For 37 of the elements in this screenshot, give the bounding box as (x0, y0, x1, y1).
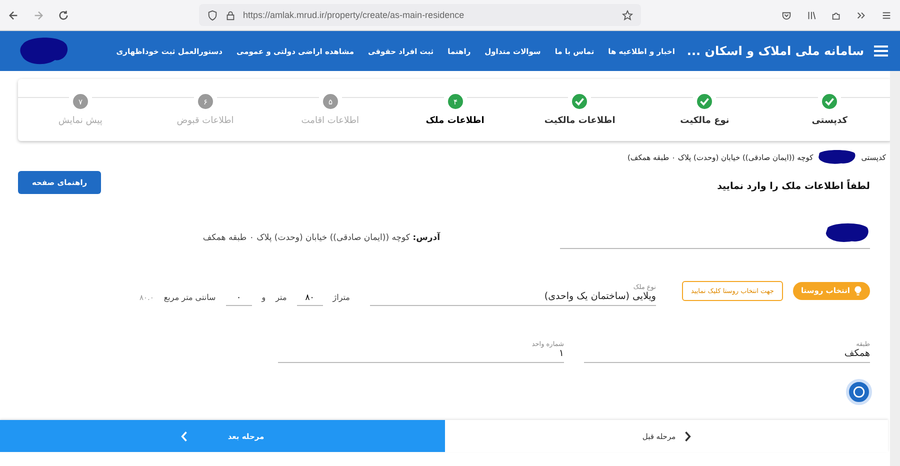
input-field[interactable]: ۰ (226, 286, 252, 306)
step-label[interactable]: اطلاعات مالکیت (544, 116, 616, 126)
chevron-icon (684, 430, 691, 442)
step-label[interactable]: نوع مالکیت (680, 116, 730, 126)
field-caption: متر (276, 293, 287, 304)
reload-icon[interactable] (58, 10, 69, 20)
step-label[interactable]: اطلاعات ملک (426, 116, 484, 126)
step-label[interactable]: کدپستی (812, 116, 848, 126)
ring-icon (852, 385, 866, 399)
support-button[interactable] (846, 379, 872, 405)
step-number: ۴ (448, 94, 462, 109)
scrollbar[interactable] (890, 71, 900, 466)
address-bar[interactable]: https://amlak.mrud.ir/property/create/as-main-residence (199, 4, 641, 26)
library-icon[interactable] (806, 10, 817, 20)
chevrons-icon[interactable] (856, 10, 867, 20)
field-caption: سانتی متر مربع (164, 293, 216, 304)
step-number: ۷ (72, 94, 88, 109)
star-icon[interactable] (622, 10, 633, 20)
step-number: ۶ (198, 94, 213, 109)
redaction-mark (18, 36, 70, 66)
step-number: ۵ (322, 94, 338, 109)
lock-icon (225, 10, 236, 20)
redaction-mark (824, 222, 870, 244)
menu-icon[interactable] (881, 10, 892, 20)
menu-icon[interactable] (874, 45, 888, 57)
back-icon[interactable] (8, 10, 19, 20)
field-caption: و (262, 293, 266, 304)
form-heading: لطفاً اطلاعات ملک را وارد نمایید (717, 181, 870, 192)
url-text: https://amlak.mrud.ir/property/create/as-main-residence (243, 10, 464, 20)
site-title: سامانه ملی املاک و اسکان ... (686, 44, 864, 58)
input-field[interactable]: ۸۰ (296, 286, 323, 306)
address-text: آدرس: کوچه ((ایمان صادقی)) خیابان (وحدت) پلاک ۰ طبقه همکف (202, 233, 440, 245)
lightbulb-icon (854, 286, 862, 296)
field-caption: متراژ (332, 293, 350, 304)
chevron-icon (180, 430, 188, 442)
shield-icon (207, 10, 218, 20)
pocket-icon[interactable] (781, 10, 792, 20)
